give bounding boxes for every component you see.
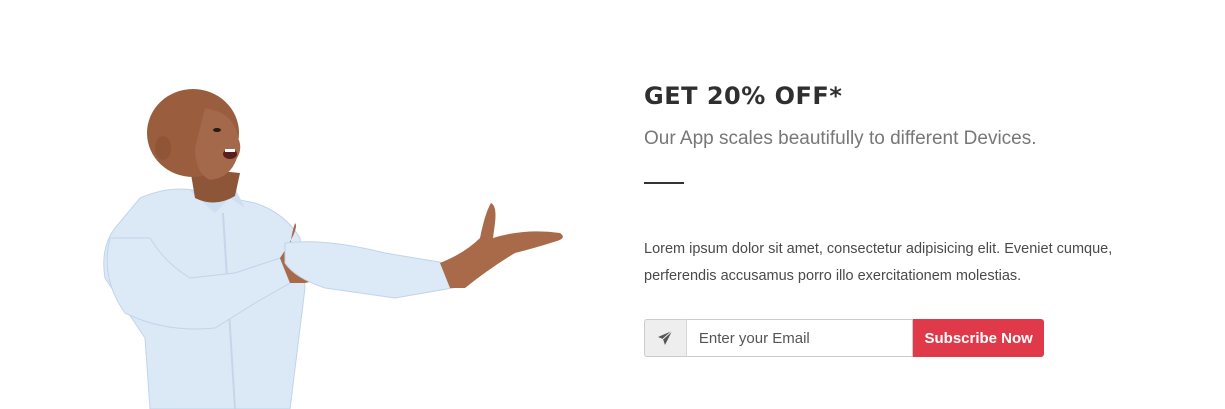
offer-title: GET 20% OFF*: [644, 82, 843, 110]
paper-plane-icon: [644, 319, 686, 357]
promo-content: GET 20% OFF* Our App scales beautifully …: [644, 80, 1164, 357]
email-input[interactable]: [685, 319, 914, 357]
promo-section: GET 20% OFF* Our App scales beautifully …: [0, 0, 1225, 409]
offer-description: Lorem ipsum dolor sit amet, consectetur …: [644, 241, 1113, 284]
subscribe-form: Subscribe Now: [644, 319, 1044, 357]
subscribe-button[interactable]: Subscribe Now: [913, 319, 1044, 357]
divider: [644, 182, 684, 184]
presenter-image: [103, 89, 563, 409]
offer-subtitle: Our App scales beautifully to different …: [644, 128, 1037, 149]
